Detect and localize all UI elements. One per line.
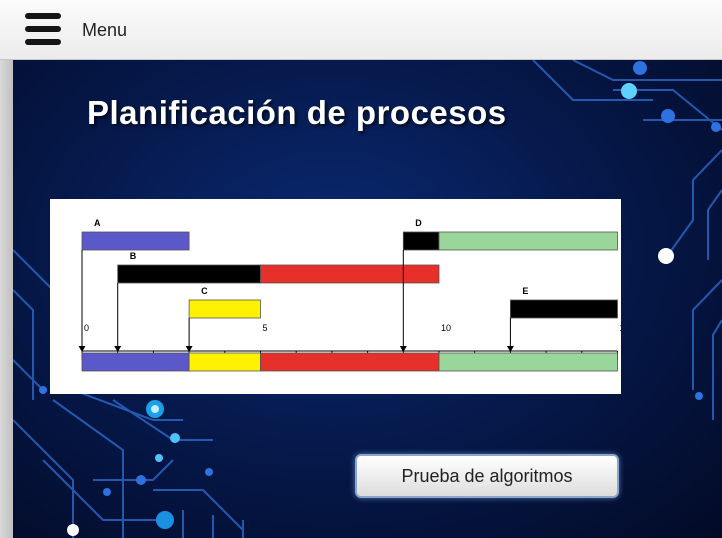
process-label: E xyxy=(522,286,528,296)
timeline-segment xyxy=(81,352,190,372)
process-label: B xyxy=(130,251,137,261)
process-bar-segment xyxy=(188,299,261,319)
timeline-segment xyxy=(438,352,618,372)
process-bar-segment xyxy=(81,231,190,251)
axis-label: 0 xyxy=(84,323,89,333)
process-bar-segment xyxy=(260,264,440,284)
timeline-segment xyxy=(260,352,440,372)
timeline-segment xyxy=(188,352,261,372)
process-bar-segment xyxy=(509,299,618,319)
process-bar-segment xyxy=(438,231,618,251)
process-label: A xyxy=(94,218,101,228)
hamburger-menu-icon[interactable] xyxy=(25,13,61,45)
process-label: C xyxy=(201,286,208,296)
main-panel: Planificación de procesos 0 5 10 15 A B C D E Pr… xyxy=(13,60,722,538)
scheduling-gantt-diagram: 0 5 10 15 A B C D E xyxy=(50,199,621,394)
axis-label: 5 xyxy=(263,323,268,333)
menu-label[interactable]: Menu xyxy=(82,20,127,41)
axis-label: 15 xyxy=(620,323,622,333)
process-bar-segment xyxy=(402,231,440,251)
left-gutter xyxy=(0,60,13,538)
top-bar: Menu xyxy=(0,0,722,60)
process-bar-segment xyxy=(117,264,261,284)
process-label: D xyxy=(415,218,422,228)
page-title: Planificación de procesos xyxy=(87,94,507,131)
algorithm-test-button[interactable]: Prueba de algoritmos xyxy=(355,454,619,498)
axis-label: 10 xyxy=(441,323,451,333)
